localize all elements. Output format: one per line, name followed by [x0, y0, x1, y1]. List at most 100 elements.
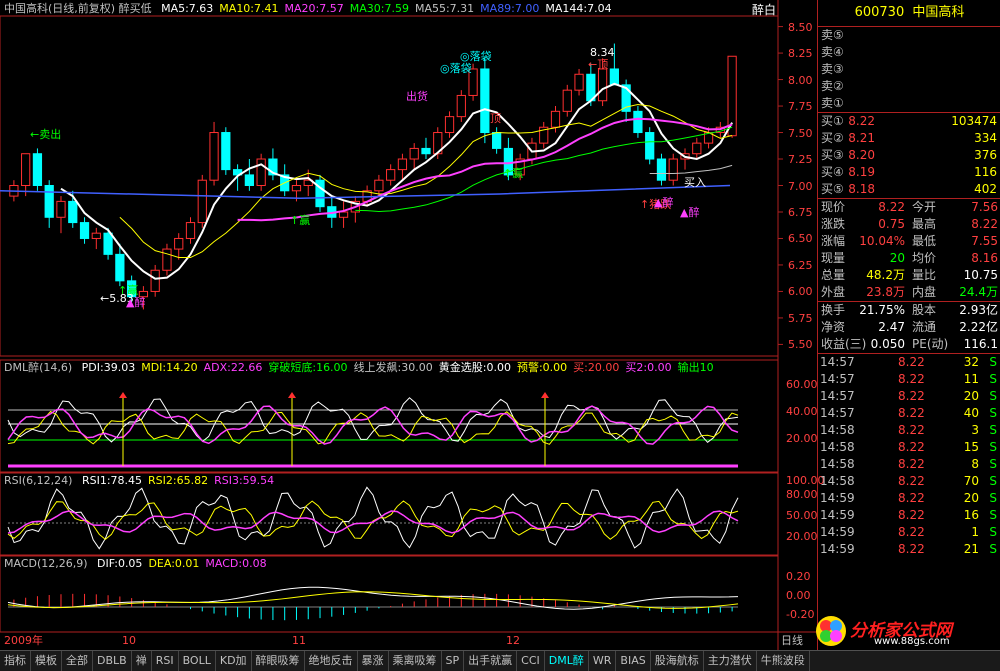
ma-legend: MA5:7.63 MA10:7.41 MA20:7.57 MA30:7.59 MA55:…	[161, 2, 618, 15]
tab-5[interactable]: RSI	[152, 651, 179, 671]
tab-17[interactable]: BIAS	[616, 651, 651, 671]
tab-1[interactable]: 模板	[31, 651, 62, 671]
dml.items-legend-item: PDI:39.03	[81, 361, 136, 374]
stat-value: 10.04%	[859, 234, 905, 248]
tick-volume: 1	[971, 525, 979, 539]
tick-time: 14:57	[820, 372, 855, 386]
tick-row[interactable]: 14:58 8.22 70 S	[818, 473, 1000, 490]
tab-20[interactable]: 牛熊波段	[757, 651, 810, 671]
tab-19[interactable]: 主力潜伏	[704, 651, 757, 671]
price-tick-label: 7.75	[788, 100, 813, 114]
tick-row[interactable]: 14:57 8.22 40 S	[818, 405, 1000, 422]
tab-13[interactable]: 出手就赢	[464, 651, 518, 671]
tick-row[interactable]: 14:59 8.22 20 S	[818, 490, 1000, 507]
buy-level[interactable]: 买② 8.21 334	[818, 130, 1000, 147]
tab-7[interactable]: KD加	[216, 651, 252, 671]
tick-row[interactable]: 14:57 8.22 32 S	[818, 354, 1000, 371]
tab-12[interactable]: SP	[442, 651, 465, 671]
tick-list[interactable]: 14:57 8.22 32 S 14:57 8.22 11 S 14:57 8.22 20 S 14:5…	[818, 354, 1000, 558]
tick-price: 8.22	[898, 474, 925, 488]
sell-level-label: 卖④	[821, 45, 844, 59]
tick-price: 8.22	[898, 542, 925, 556]
tick-volume: 32	[963, 355, 979, 369]
stat-row: 净资 2.47 流通 2.22亿	[818, 319, 1000, 336]
tab-6[interactable]: BOLL	[179, 651, 216, 671]
stat-key: 收益(三)	[821, 337, 867, 351]
buy-level-label: 买④	[821, 165, 844, 179]
buy-price: 8.22	[848, 114, 875, 128]
sell-level-label: 卖⑤	[821, 28, 844, 42]
tab-2[interactable]: 全部	[62, 651, 93, 671]
tick-row[interactable]: 14:57 8.22 11 S	[818, 371, 1000, 388]
tab-18[interactable]: 股海航标	[651, 651, 704, 671]
quote-title: 600730 中国高科	[818, 0, 1000, 27]
tick-row[interactable]: 14:59 8.22 16 S	[818, 507, 1000, 524]
month-label-12: 12	[506, 634, 520, 647]
stat-key: 净资	[821, 320, 846, 334]
tick-price: 8.22	[898, 457, 925, 471]
chart-area[interactable]: 中国高科(日线,前复权) 醉买低 MA5:7.63 MA10:7.41 MA20:7…	[0, 0, 825, 650]
tick-side: S	[989, 525, 997, 539]
buy-level[interactable]: 买⑤ 8.18 402	[818, 181, 1000, 198]
indicator-tab-bar: 指标 模板 全部 DBLB 禅 RSI BOLL KD加 醉眼吸筹 绝地反击 暴涨 乘离吸筹 SP 出手就…	[0, 650, 1000, 671]
tab-15[interactable]: DML醉	[545, 651, 589, 671]
stat-key: 量比	[912, 268, 937, 282]
tick-side: S	[989, 406, 997, 420]
stat-key: 涨幅	[821, 234, 846, 248]
tick-volume: 3	[971, 423, 979, 437]
tick-row[interactable]: 14:59 8.22 21 S	[818, 541, 1000, 558]
dml-title: DML醉(14,6)	[4, 361, 73, 374]
tab-9[interactable]: 绝地反击	[305, 651, 358, 671]
stat-key: 换手	[821, 303, 846, 317]
stock-code: 600730	[854, 5, 905, 20]
sell-level[interactable]: 卖⑤	[818, 27, 1000, 44]
tick-row[interactable]: 14:59 8.22 1 S	[818, 524, 1000, 541]
sell-level[interactable]: 卖③	[818, 61, 1000, 78]
stat-value: 0.75	[878, 217, 905, 231]
tick-row[interactable]: 14:58 8.22 3 S	[818, 422, 1000, 439]
sell-level[interactable]: 卖④	[818, 44, 1000, 61]
sell-level-label: 卖③	[821, 62, 844, 76]
tab-0[interactable]: 指标	[0, 651, 31, 671]
tick-price: 8.22	[898, 423, 925, 437]
tick-row[interactable]: 14:58 8.22 8 S	[818, 456, 1000, 473]
buy-level[interactable]: 买③ 8.20 376	[818, 147, 1000, 164]
candle	[645, 127, 655, 165]
tick-volume: 70	[963, 474, 979, 488]
buy-level[interactable]: 买④ 8.19 116	[818, 164, 1000, 181]
tick-row[interactable]: 14:58 8.22 15 S	[818, 439, 1000, 456]
sell-level[interactable]: 卖②	[818, 78, 1000, 95]
tab-8[interactable]: 醉眼吸筹	[252, 651, 305, 671]
dml.items-legend-item: 输出10	[677, 361, 714, 374]
tick-price: 8.22	[898, 508, 925, 522]
out-signal-label: 出货	[406, 90, 428, 103]
tab-3[interactable]: DBLB	[93, 651, 132, 671]
month-label-10: 10	[122, 634, 136, 647]
drunk-signal-2: ▲醉	[654, 196, 674, 209]
tab-16[interactable]: WR	[589, 651, 617, 671]
sell-signal-label: ←卖出	[30, 128, 62, 141]
watermark: 分析家公式网 www.88gs.com	[814, 614, 994, 650]
tick-volume: 40	[963, 406, 979, 420]
tab-4[interactable]: 禅	[132, 651, 152, 671]
header.ma-legend-item: MA20:7.57	[284, 2, 344, 15]
tick-side: S	[989, 491, 997, 505]
tick-row[interactable]: 14:57 8.22 20 S	[818, 388, 1000, 405]
tab-10[interactable]: 暴涨	[358, 651, 389, 671]
buy-level[interactable]: 买① 8.22 103474	[818, 113, 1000, 130]
tab-11[interactable]: 乘离吸筹	[389, 651, 442, 671]
stat-row: 涨幅 10.04% 最低 7.55	[818, 233, 1000, 250]
buy-level-label: 买①	[821, 114, 844, 128]
sell-level[interactable]: 卖①	[818, 95, 1000, 112]
fundamental-stats: 换手 21.75% 股本 2.93亿 净资 2.47 流通 2.22亿 收益(三) 0.050 PE…	[818, 302, 1000, 354]
header.ma-legend-item: MA89:7.00	[480, 2, 540, 15]
indicator-tick-label: 0.00	[786, 589, 811, 602]
macd.items-legend-item: MACD:0.08	[205, 557, 267, 570]
tick-volume: 20	[963, 389, 979, 403]
quote-panel: 600730 中国高科 卖⑤ 卖④ 卖③ 卖② 卖① 买① 8.22 103474 买② 8.2…	[817, 0, 1000, 650]
stat-value: 2.93亿	[959, 303, 998, 317]
tick-side: S	[989, 457, 997, 471]
price-tick-label: 6.00	[788, 285, 813, 299]
tab-14[interactable]: CCI	[517, 651, 545, 671]
stat-key: 外盘	[821, 285, 846, 299]
